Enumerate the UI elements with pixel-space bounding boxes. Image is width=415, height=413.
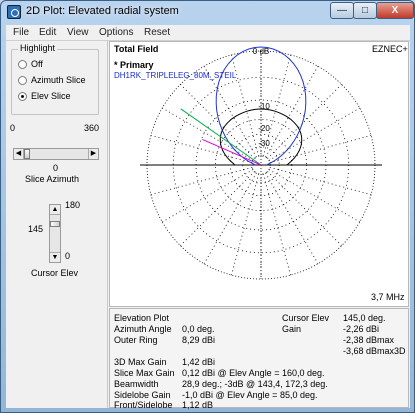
file-name-label: DH1RK_TRIPLELEG_80M_STEIL bbox=[114, 71, 237, 80]
outer-ring-label: Outer Ring bbox=[114, 335, 158, 345]
slice-azimuth-value: 0 bbox=[53, 163, 59, 173]
ring-label-0db: 0 dB bbox=[253, 47, 269, 56]
azimuth-angle-label: Azimuth Angle bbox=[114, 324, 172, 334]
radio-azimuth-slice-indicator[interactable] bbox=[18, 76, 27, 85]
grid-spoke bbox=[203, 172, 257, 264]
highlight-group: Highlight Off Azimuth Slice Elev Slice bbox=[11, 43, 99, 115]
slice-max-gain-label: Slice Max Gain bbox=[114, 368, 175, 378]
ring-label-20db: -20 bbox=[258, 124, 270, 133]
gain-label: Gain bbox=[282, 324, 302, 334]
max-gain-3d-value: 1,42 dBi bbox=[182, 357, 216, 367]
gain-dbi-value: -2,26 dBi bbox=[343, 324, 380, 334]
menu-reset[interactable]: Reset bbox=[144, 27, 170, 38]
gain-dbmax3d-value: -3,68 dBmax3D bbox=[343, 346, 406, 356]
menu-view[interactable]: View bbox=[67, 27, 89, 38]
slice-azimuth-slider[interactable]: ◀ ▶ bbox=[13, 148, 99, 160]
sidelobe-gain-value: -1,0 dBi @ Elev Angle = 85,0 deg. bbox=[182, 390, 318, 400]
grid-spoke bbox=[262, 173, 291, 276]
radio-elev-slice-label: Elev Slice bbox=[31, 91, 71, 101]
cursor-elev-info-label: Cursor Elev bbox=[282, 313, 330, 323]
client-area: File Edit View Options Reset Highlight O… bbox=[6, 25, 410, 410]
radio-elev-slice-indicator[interactable] bbox=[18, 92, 27, 101]
cursor-elev-slider[interactable]: ▲ ▼ bbox=[49, 204, 61, 263]
cursor-elev-caption: Cursor Elev bbox=[31, 268, 79, 278]
front-sidelobe-value: 1,12 dB bbox=[182, 400, 214, 410]
slice-max-gain-value: 0,12 dBi @ Elev Angle = 160,0 deg. bbox=[182, 368, 325, 378]
program-label: EZNEC+ bbox=[372, 44, 408, 54]
grid-spoke bbox=[265, 172, 319, 264]
gain-dbmax-value: -2,38 dBmax bbox=[343, 335, 395, 345]
control-panel: Highlight Off Azimuth Slice Elev Slice 0… bbox=[6, 41, 108, 408]
grid-spoke bbox=[150, 166, 253, 195]
slider-up-arrow-icon[interactable]: ▲ bbox=[50, 205, 60, 215]
grid-spoke bbox=[267, 84, 342, 159]
ring-label-30db: -30 bbox=[258, 139, 270, 148]
trace-label: * Primary bbox=[114, 60, 154, 70]
radio-off-label: Off bbox=[31, 59, 43, 69]
grid-spoke bbox=[162, 107, 254, 161]
maximize-button[interactable]: □ bbox=[353, 2, 377, 19]
grid-spoke bbox=[150, 135, 253, 164]
beamwidth-label: Beamwidth bbox=[114, 379, 159, 389]
polar-plot-panel[interactable]: Total Field EZNEC+ * Primary DH1RK_TRIPL… bbox=[109, 41, 409, 307]
azimuth-angle-value: 0,0 deg. bbox=[182, 324, 215, 334]
window-title: 2D Plot: Elevated radial system bbox=[26, 5, 179, 17]
cursor-elev-max: 180 bbox=[65, 200, 81, 210]
highlight-group-label: Highlight bbox=[18, 43, 58, 53]
app-icon bbox=[7, 5, 21, 19]
grid-spoke bbox=[268, 107, 360, 161]
grid-spoke bbox=[162, 169, 254, 223]
slider-down-arrow-icon[interactable]: ▼ bbox=[50, 252, 60, 262]
menu-options[interactable]: Options bbox=[99, 27, 133, 38]
close-button[interactable]: X bbox=[376, 2, 414, 19]
slider-right-arrow-icon[interactable]: ▶ bbox=[88, 149, 98, 159]
grid-spoke bbox=[269, 166, 372, 195]
polar-plot[interactable]: Total Field EZNEC+ * Primary DH1RK_TRIPL… bbox=[110, 42, 408, 306]
ring-label-10db: -10 bbox=[258, 102, 270, 111]
outer-ring-value: 8,29 dBi bbox=[182, 335, 216, 345]
slice-azimuth-thumb[interactable] bbox=[24, 149, 30, 159]
slider-left-arrow-icon[interactable]: ◀ bbox=[14, 149, 24, 159]
menu-file[interactable]: File bbox=[13, 27, 29, 38]
cursor-elev-thumb[interactable] bbox=[50, 221, 60, 228]
cursor-elev-info-value: 145,0 deg. bbox=[343, 313, 386, 323]
grid-spoke bbox=[180, 171, 255, 246]
front-sidelobe-label: Front/Sidelobe bbox=[114, 400, 173, 410]
max-gain-3d-label: 3D Max Gain bbox=[114, 357, 167, 367]
sidelobe-gain-label: Sidelobe Gain bbox=[114, 390, 171, 400]
elevation-plot-label: Elevation Plot bbox=[114, 313, 170, 323]
radio-off-indicator[interactable] bbox=[18, 60, 27, 69]
cursor-line-secondary bbox=[202, 138, 262, 166]
grid-spoke bbox=[269, 135, 372, 164]
title-bar[interactable]: 2D Plot: Elevated radial system — □ X bbox=[1, 1, 414, 23]
slice-azimuth-max: 360 bbox=[84, 123, 100, 133]
grid-spoke bbox=[268, 169, 360, 223]
total-field-label: Total Field bbox=[114, 44, 158, 54]
cursor-elev-min: 0 bbox=[65, 251, 71, 261]
grid-spoke bbox=[267, 171, 342, 246]
slice-azimuth-min: 0 bbox=[10, 123, 16, 133]
beamwidth-value: 28,9 deg.; -3dB @ 143,4, 172,3 deg. bbox=[182, 379, 328, 389]
slice-azimuth-caption: Slice Azimuth bbox=[25, 174, 80, 184]
menu-edit[interactable]: Edit bbox=[39, 27, 56, 38]
frequency-label: 3,7 MHz bbox=[371, 292, 405, 302]
plot-window: 2D Plot: Elevated radial system — □ X Fi… bbox=[0, 0, 415, 413]
info-panel: Elevation Plot Azimuth Angle 0,0 deg. Ou… bbox=[109, 308, 409, 410]
cursor-elev-value: 145 bbox=[28, 224, 44, 234]
grid-spoke bbox=[180, 84, 255, 159]
minimize-button[interactable]: — bbox=[330, 2, 354, 19]
radio-azimuth-slice-label: Azimuth Slice bbox=[31, 75, 86, 85]
menu-bar: File Edit View Options Reset bbox=[6, 25, 410, 41]
